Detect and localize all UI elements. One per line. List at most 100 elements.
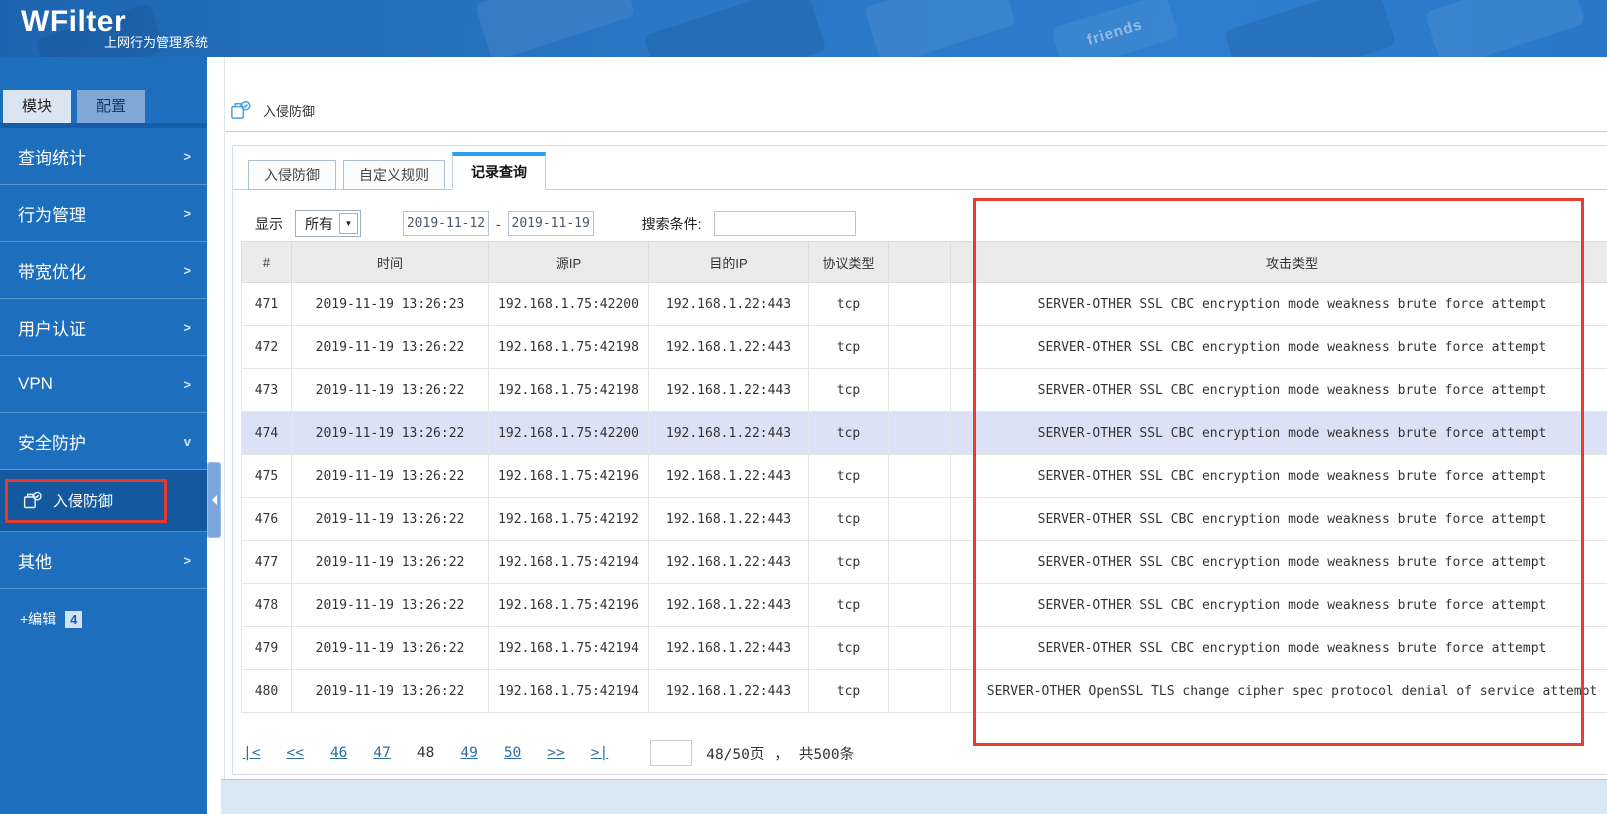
cell: 479: [241, 626, 292, 670]
keyboard-decor: [643, 0, 827, 57]
pagination-page-48: 48: [416, 745, 435, 761]
chevron-right-icon: >: [183, 205, 191, 221]
tab-custom-rules[interactable]: 自定义规则: [343, 160, 445, 190]
cell: [888, 626, 951, 670]
pagination-page-50[interactable]: 50: [504, 745, 521, 761]
cell: SERVER-OTHER SSL CBC encryption mode wea…: [950, 497, 1607, 541]
cell: 2019-11-19 13:26:22: [291, 626, 489, 670]
sidebar-item-intrusion-prevention[interactable]: 入侵防御: [0, 470, 207, 532]
sidebar-item-label: 安全防护: [18, 433, 86, 453]
table-row[interactable]: 473 2019-11-19 13:26:22 192.168.1.75:42198…: [241, 368, 1607, 412]
cell: [888, 282, 951, 326]
table-row[interactable]: 477 2019-11-19 13:26:22 192.168.1.75:42194…: [241, 540, 1607, 584]
pagination-next-block[interactable]: >>: [547, 745, 564, 761]
table-row[interactable]: 476 2019-11-19 13:26:22 192.168.1.75:42192…: [241, 497, 1607, 541]
search-input[interactable]: [713, 211, 856, 236]
sidebar-item-query-statistics[interactable]: 查询统计 >: [0, 128, 207, 185]
filter-bar: 显示 所有 ▼ - 搜索条件:: [255, 210, 856, 237]
table-row[interactable]: 479 2019-11-19 13:26:22 192.168.1.75:42194…: [241, 626, 1607, 670]
cell: tcp: [808, 583, 889, 627]
cell: [888, 540, 951, 584]
table-row[interactable]: 475 2019-11-19 13:26:22 192.168.1.75:42196…: [241, 454, 1607, 498]
sidebar-item-behavior-management[interactable]: 行为管理 >: [0, 185, 207, 242]
cell: 476: [241, 497, 292, 541]
sidebar-tab-config[interactable]: 配置: [77, 90, 145, 123]
cell: SERVER-OTHER SSL CBC encryption mode wea…: [950, 454, 1607, 498]
sidebar-item-label: 用户认证: [18, 319, 86, 339]
pagination-page-47[interactable]: 47: [373, 745, 390, 761]
cell: 192.168.1.75:42200: [488, 411, 649, 455]
sidebar-collapse-handle[interactable]: [207, 462, 221, 538]
pagination-last-page[interactable]: >|: [591, 745, 608, 761]
cell: [888, 669, 951, 713]
sidebar-item-label: 其他: [18, 552, 52, 572]
cell: tcp: [808, 626, 889, 670]
table-row[interactable]: 471 2019-11-19 13:26:23 192.168.1.75:42200…: [241, 282, 1607, 326]
edit-count-badge: 4: [65, 610, 83, 628]
display-select[interactable]: 所有 ▼: [295, 210, 361, 237]
sidebar-item-other[interactable]: 其他 >: [0, 532, 207, 589]
chevron-right-icon: >: [183, 319, 191, 335]
cell: SERVER-OTHER SSL CBC encryption mode wea…: [950, 626, 1607, 670]
page-info: 48/50页 ， 共500条: [706, 743, 854, 764]
cell: 2019-11-19 13:26:23: [291, 282, 489, 326]
cell: tcp: [808, 411, 889, 455]
table-row[interactable]: 478 2019-11-19 13:26:22 192.168.1.75:42196…: [241, 583, 1607, 627]
cell: [888, 497, 951, 541]
page-number-input[interactable]: [650, 740, 693, 766]
cell: tcp: [808, 454, 889, 498]
horizontal-scrollbar[interactable]: [221, 779, 1607, 814]
sidebar-tab-modules[interactable]: 模块: [3, 90, 71, 123]
breadcrumb: 入侵防御: [229, 99, 315, 122]
tab-record-query[interactable]: 记录查询: [452, 152, 546, 190]
tab-intrusion-prevention[interactable]: 入侵防御: [248, 160, 336, 190]
sidebar-item-security-protection[interactable]: 安全防护 v: [0, 413, 207, 470]
page-info-separator: ，: [774, 746, 789, 763]
sidebar-item-user-authentication[interactable]: 用户认证 >: [0, 299, 207, 356]
cell: 192.168.1.22:443: [648, 411, 809, 455]
stamp-check-icon: [231, 100, 251, 119]
cell: 2019-11-19 13:26:22: [291, 583, 489, 627]
display-select-value: 所有: [305, 215, 333, 232]
cell: tcp: [808, 669, 889, 713]
pagination-prev-block[interactable]: <<: [286, 745, 303, 761]
sidebar-item-label: 行为管理: [18, 205, 86, 225]
table-row[interactable]: 474 2019-11-19 13:26:22 192.168.1.75:42200…: [241, 411, 1607, 455]
cell: 473: [241, 368, 292, 412]
pagination-page-49[interactable]: 49: [460, 745, 477, 761]
date-from-input[interactable]: [403, 211, 489, 236]
cell: 192.168.1.75:42194: [488, 540, 649, 584]
cell: tcp: [808, 497, 889, 541]
horizontal-divider: [225, 131, 1607, 132]
search-label: 搜索条件:: [641, 215, 702, 232]
pagination-links: |< << 46 47 48 49 50 >> >|: [243, 745, 634, 761]
edit-link[interactable]: +编辑: [20, 609, 56, 629]
date-range-separator: -: [496, 215, 501, 232]
keyboard-decor: [1223, 0, 1397, 57]
column-header: [888, 241, 951, 283]
sidebar-submenu-label: 入侵防御: [53, 493, 114, 510]
chevron-right-icon: >: [183, 376, 191, 392]
sidebar-item-label: 带宽优化: [18, 262, 86, 282]
cell: 474: [241, 411, 292, 455]
pagination-page-46[interactable]: 46: [330, 745, 347, 761]
cell: 192.168.1.22:443: [648, 626, 809, 670]
sidebar-item-vpn[interactable]: VPN >: [0, 356, 207, 413]
date-to-input[interactable]: [507, 211, 594, 236]
column-header: 目的IP: [648, 241, 809, 283]
cell: 192.168.1.22:443: [648, 368, 809, 412]
cell: 192.168.1.75:42198: [488, 368, 649, 412]
cell: 477: [241, 540, 292, 584]
records-table: # 时间 源IP 目的IP 协议类型 攻击类型 471 2019-11-19 13:26:2…: [241, 241, 1607, 713]
sidebar-edit-row: +编辑 4: [0, 589, 207, 629]
cell: 475: [241, 454, 292, 498]
cell: 192.168.1.22:443: [648, 454, 809, 498]
sidebar-item-bandwidth-optimize[interactable]: 带宽优化 >: [0, 242, 207, 299]
table-row[interactable]: 480 2019-11-19 13:26:22 192.168.1.75:42194…: [241, 669, 1607, 713]
pagination-first-page[interactable]: |<: [243, 745, 260, 761]
cell: 192.168.1.22:443: [648, 325, 809, 369]
cell: SERVER-OTHER SSL CBC encryption mode wea…: [950, 540, 1607, 584]
sidebar-menu: 查询统计 > 行为管理 > 带宽优化 > 用户认证 > VPN > 安全防护 v: [0, 128, 207, 470]
table-row[interactable]: 472 2019-11-19 13:26:22 192.168.1.75:42198…: [241, 325, 1607, 369]
vertical-divider: [224, 57, 225, 814]
